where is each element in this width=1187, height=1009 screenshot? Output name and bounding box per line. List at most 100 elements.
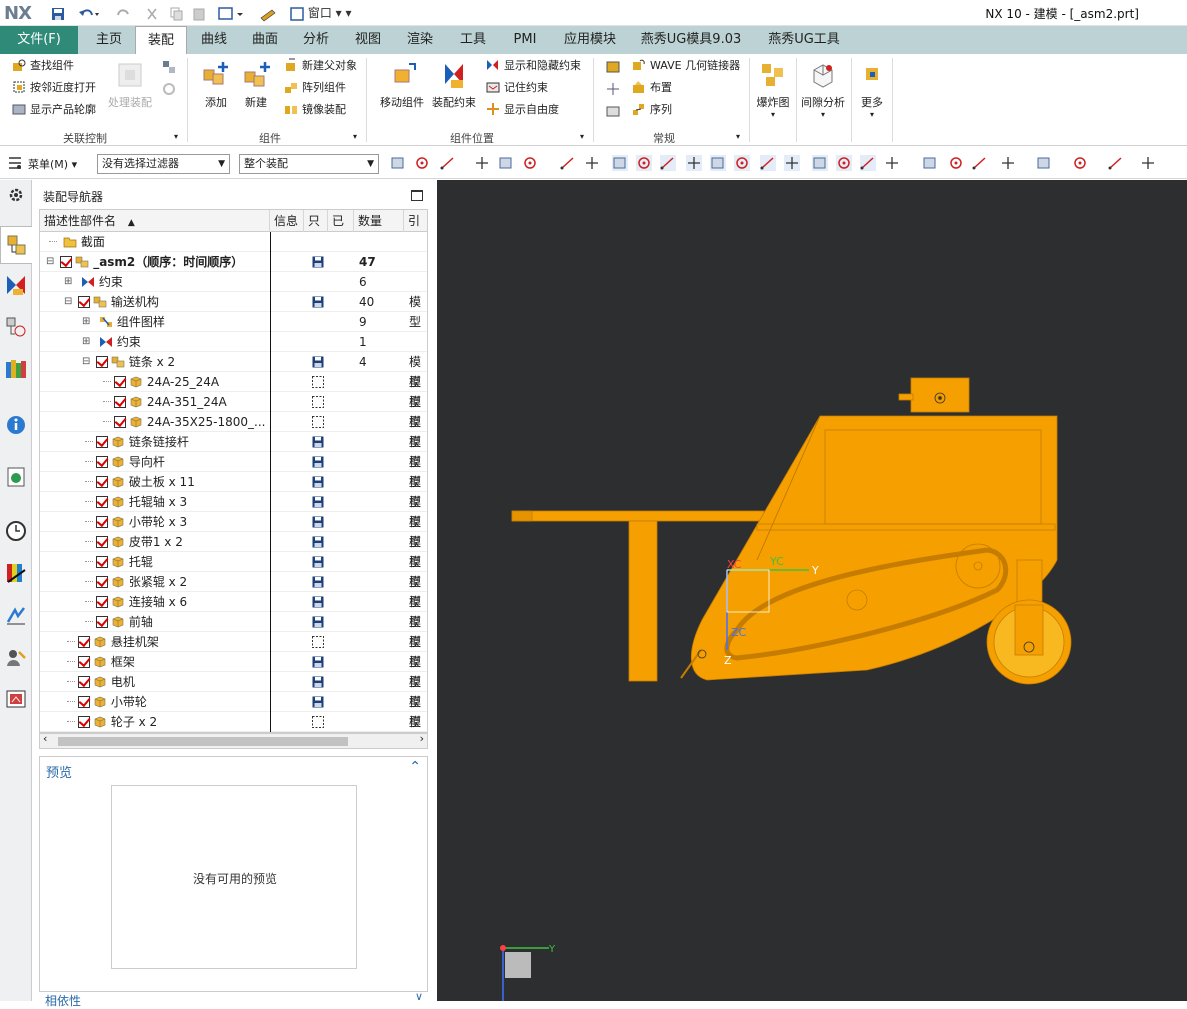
expand-toggle-icon[interactable]: ⊞ — [64, 272, 72, 292]
visibility-checkbox[interactable] — [78, 716, 90, 728]
collapse-toggle-icon[interactable]: ⊟ — [64, 292, 72, 312]
visualization-icon[interactable] — [5, 562, 27, 584]
show-hide-constraints-button[interactable]: 显示和隐藏约束 — [486, 56, 581, 76]
tree-row[interactable]: 皮带1 x 2 模型 — [40, 532, 427, 569]
tree-row[interactable]: ⊞ 组件图样 9 — [40, 312, 427, 332]
visibility-checkbox[interactable] — [96, 456, 108, 468]
exist-point-icon[interactable] — [812, 155, 828, 171]
visibility-checkbox[interactable] — [96, 516, 108, 528]
assembly-filter-icon[interactable] — [390, 155, 406, 171]
visibility-checkbox[interactable] — [96, 356, 108, 368]
scrollbar-thumb[interactable] — [58, 737, 348, 746]
process-studio-icon[interactable] — [5, 604, 27, 626]
find-component-button[interactable]: 查找组件 — [12, 56, 74, 76]
tree-row[interactable]: 张紧辊 x 2 模型 — [40, 572, 427, 609]
show-dof-button[interactable]: 显示自由度 — [486, 100, 559, 120]
visibility-checkbox[interactable] — [114, 376, 126, 388]
group-expand-icon[interactable]: ▾ — [580, 132, 584, 141]
selection-filter-select[interactable]: 没有选择过滤器 ▼ — [97, 154, 230, 174]
select-child-icon[interactable] — [498, 155, 514, 171]
info-icon[interactable] — [5, 414, 27, 436]
fit-view-icon[interactable] — [948, 155, 964, 171]
group-expand-icon[interactable]: ▾ — [736, 132, 740, 141]
tree-row[interactable]: 电机 模型 — [40, 672, 427, 709]
visibility-checkbox[interactable] — [78, 696, 90, 708]
tab-yanxiu-mold[interactable]: 燕秀UG模具9.03 — [632, 26, 750, 54]
reuse-library-icon[interactable] — [5, 358, 27, 380]
link-icon[interactable] — [162, 60, 176, 74]
new-component-button[interactable]: 新建 — [236, 60, 276, 110]
orient-view-icon[interactable] — [1108, 155, 1124, 171]
tree-row[interactable]: ⊟ _asm2（顺序：时间顺序） 47 — [40, 252, 427, 272]
clearance-analysis-button[interactable]: 间隙分析 ▾ — [798, 60, 848, 119]
roles-icon[interactable] — [5, 646, 27, 668]
horizontal-scrollbar[interactable]: ‹ › — [39, 732, 428, 749]
visibility-checkbox[interactable] — [78, 636, 90, 648]
visibility-checkbox[interactable] — [78, 676, 90, 688]
tab-applications[interactable]: 应用模块 — [556, 26, 624, 54]
web-browser-icon[interactable] — [5, 466, 27, 488]
tree-row[interactable]: 前轴 模型 — [40, 612, 427, 649]
visibility-checkbox[interactable] — [96, 576, 108, 588]
remember-constraints-button[interactable]: 记住约束 — [486, 78, 548, 98]
group-expand-icon[interactable]: ▾ — [174, 132, 178, 141]
settings-gear-icon[interactable] — [5, 184, 27, 206]
add-component-button[interactable]: 添加 — [196, 60, 236, 110]
select-parent-icon[interactable] — [474, 155, 490, 171]
tab-assembly[interactable]: 装配 — [135, 26, 187, 54]
visibility-checkbox[interactable] — [96, 596, 108, 608]
grid-icon[interactable] — [922, 155, 938, 171]
move-component-button[interactable]: 移动组件 — [376, 60, 428, 110]
tree-row[interactable]: 悬挂机架 模型 — [40, 632, 427, 669]
general-icon-3[interactable] — [606, 104, 620, 118]
tree-row[interactable]: 托辊轴 x 3 模型 — [40, 492, 427, 529]
mid-point-icon[interactable] — [660, 155, 676, 171]
column-header-name[interactable]: 描述性部件名 ▲ — [40, 210, 270, 232]
rectangle-select-icon[interactable] — [522, 155, 538, 171]
collapse-toggle-icon[interactable]: ⊟ — [82, 352, 90, 372]
show-product-outline-button[interactable]: 显示产品轮廓 — [12, 100, 96, 120]
tree-row[interactable]: 破土板 x 11 模型 — [40, 472, 427, 509]
column-header-readonly[interactable]: 只 — [304, 210, 328, 232]
snap-dropdown-icon[interactable] — [440, 155, 456, 171]
tree-row[interactable]: 链条链接杆 模型 — [40, 432, 427, 469]
tab-surface[interactable]: 曲面 — [243, 26, 287, 54]
tab-file[interactable]: 文件(F) — [0, 26, 78, 54]
tab-tools[interactable]: 工具 — [451, 26, 495, 54]
collapse-toggle-icon[interactable]: ⊟ — [46, 252, 54, 272]
wave-linker-button[interactable]: WAVE 几何链接器 — [632, 56, 740, 76]
layout-button[interactable]: 布置 — [632, 78, 672, 98]
tree-row[interactable]: 24A-25_24A 模型 — [40, 372, 427, 409]
visibility-checkbox[interactable] — [78, 656, 90, 668]
expand-toggle-icon[interactable]: ⊞ — [82, 332, 90, 352]
point-snap-icon[interactable] — [612, 155, 628, 171]
scroll-right-icon[interactable]: › — [420, 732, 424, 745]
save-icon[interactable] — [50, 4, 66, 22]
window-menu[interactable]: 窗口 ▾ ▾ — [290, 4, 352, 22]
general-icon-2[interactable] — [606, 82, 620, 96]
intersect-icon[interactable] — [710, 155, 726, 171]
tree-row[interactable]: 小带轮 x 3 模型 — [40, 512, 427, 549]
tree-row[interactable]: 框架 模型 — [40, 652, 427, 689]
touch-mode-icon[interactable] — [258, 4, 278, 22]
column-header-reference[interactable]: 引 — [404, 210, 427, 232]
sequence-button[interactable]: 序列 — [632, 100, 672, 120]
tree-row[interactable]: 导向杆 模型 — [40, 452, 427, 489]
arc-center-icon[interactable] — [760, 155, 776, 171]
tree-row[interactable]: 24A-351_24A 模型 — [40, 392, 427, 429]
system-scenes-icon[interactable] — [5, 688, 27, 710]
tree-row[interactable]: ⊟ 链条 x 2 4 模型 — [40, 352, 427, 389]
line-point-icon[interactable] — [836, 155, 852, 171]
general-icon-1[interactable] — [606, 60, 620, 74]
visibility-checkbox[interactable] — [114, 416, 126, 428]
open-by-proximity-button[interactable]: 按邻近度打开 — [12, 78, 96, 98]
curve-point-icon[interactable] — [686, 155, 702, 171]
history-clock-icon[interactable] — [5, 520, 27, 542]
visibility-checkbox[interactable] — [96, 476, 108, 488]
tab-yanxiu-tools[interactable]: 燕秀UG工具 — [758, 26, 850, 54]
part-navigator-icon[interactable] — [5, 316, 27, 338]
menu-button[interactable]: 菜单(M) ▾ — [28, 156, 77, 172]
visibility-checkbox[interactable] — [96, 556, 108, 568]
constraint-navigator-icon[interactable] — [5, 274, 27, 296]
column-header-info[interactable]: 信息 — [270, 210, 304, 232]
